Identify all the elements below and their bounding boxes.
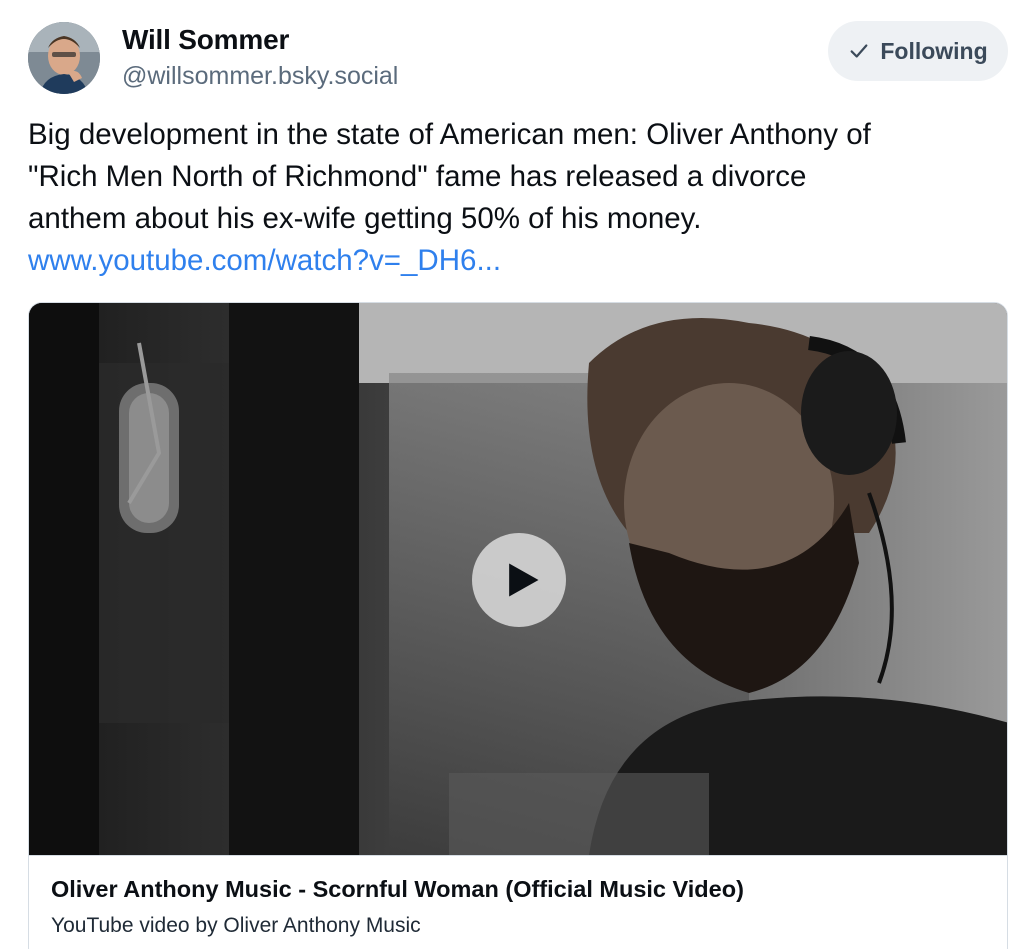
author-handle[interactable]: @willsommer.bsky.social <box>122 62 398 91</box>
post-link[interactable]: www.youtube.com/watch?v=_DH6... <box>28 240 501 282</box>
embed-meta: Oliver Anthony Music - Scornful Woman (O… <box>29 855 1007 949</box>
author-avatar[interactable] <box>28 22 100 94</box>
embed-description: YouTube video by Oliver Anthony Music <box>51 914 421 937</box>
author-display-name[interactable]: Will Sommer <box>122 24 289 56</box>
following-button[interactable]: Following <box>828 21 1008 81</box>
avatar-image <box>28 22 100 94</box>
following-button-label: Following <box>880 37 988 64</box>
video-embed-card[interactable]: Oliver Anthony Music - Scornful Woman (O… <box>28 302 1008 949</box>
video-thumbnail[interactable] <box>29 303 1007 855</box>
play-button[interactable] <box>472 533 566 627</box>
post-text: Big development in the state of American… <box>28 118 871 235</box>
embed-title: Oliver Anthony Music - Scornful Woman (O… <box>51 876 744 902</box>
check-icon <box>850 44 868 58</box>
post-card: Will Sommer @willsommer.bsky.social Foll… <box>0 0 1024 949</box>
play-icon <box>509 563 539 597</box>
